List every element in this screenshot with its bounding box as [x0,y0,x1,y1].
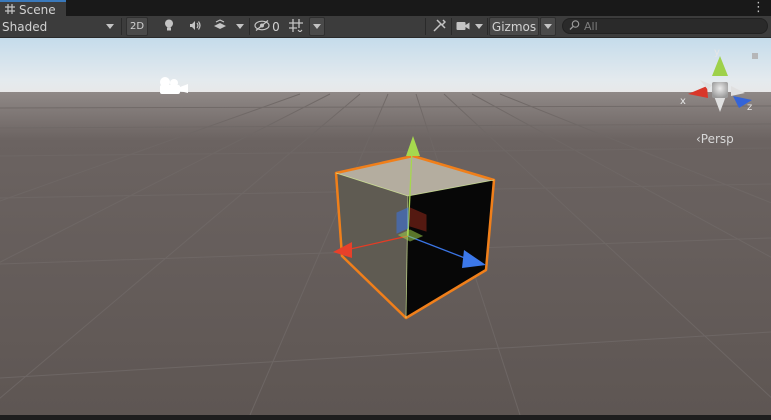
tab-label: Scene [19,2,56,17]
camera-icon [456,20,470,34]
scene-window: Scene ⋮ Shaded 2D 0 Gizmos All y x z ‹Pe… [0,0,771,420]
visibility-icon [254,19,270,34]
gizmos-label: Gizmos [491,19,537,34]
toolbar-divider [121,18,122,35]
lighting-toggle-button[interactable] [160,17,178,36]
2d-toggle-button[interactable]: 2D [126,17,148,36]
scene-toolbar: Shaded 2D 0 Gizmos All [0,16,771,38]
chevron-down-icon [475,24,483,29]
toolbar-divider [425,18,426,35]
bottom-border [0,415,771,420]
tab-bar: Scene ⋮ [0,0,771,17]
shading-mode-dropdown[interactable]: Shaded [0,17,118,36]
chevron-down-icon [236,24,244,29]
lock-icon[interactable] [752,53,758,59]
grid-icon [5,3,15,17]
grid-snap-toggle[interactable] [286,17,306,36]
z-axis-label: z [747,102,752,113]
projection-toggle[interactable]: ‹Persp [696,132,734,146]
camera-settings-button[interactable] [454,17,472,36]
projection-label: ‹Persp [696,132,734,146]
gizmos-button[interactable]: Gizmos [489,17,539,36]
shading-mode-value: Shaded [2,19,48,34]
search-field[interactable] [562,18,768,34]
toolbar-divider [451,18,452,35]
effects-toggle-button[interactable] [210,17,230,36]
2d-label: 2D [129,21,145,32]
hidden-objects-toggle[interactable]: 0 [253,17,281,36]
grid-snap-icon [289,18,303,35]
tools-button[interactable] [430,17,448,36]
chevron-down-icon [106,24,114,29]
hidden-count: 0 [272,19,280,34]
tools-icon [432,18,446,35]
kebab-menu-icon[interactable]: ⋮ [752,1,765,14]
effects-icon [213,19,227,34]
scene-viewport[interactable]: y x z ‹Persp [0,38,771,415]
grid-snap-dropdown[interactable] [309,17,325,36]
yz-plane-handle[interactable] [396,207,409,234]
toolbar-divider [487,18,488,35]
scene-canvas: y x z [0,38,771,415]
sky [0,38,771,94]
toolbar-divider [249,18,250,35]
effects-dropdown[interactable] [234,17,246,36]
search-input[interactable] [584,19,754,33]
chevron-down-icon [313,24,321,29]
audio-toggle-button[interactable] [186,17,204,36]
camera-settings-dropdown[interactable] [473,17,485,36]
y-axis-label: y [714,47,720,58]
tab-scene[interactable]: Scene [0,0,66,17]
audio-icon [189,20,202,34]
x-axis-label: x [680,96,686,107]
search-icon [569,19,580,33]
gizmo-center-cube[interactable] [712,82,728,98]
chevron-down-icon [544,24,552,29]
lightbulb-icon [164,19,174,35]
gizmos-dropdown[interactable] [540,17,556,36]
